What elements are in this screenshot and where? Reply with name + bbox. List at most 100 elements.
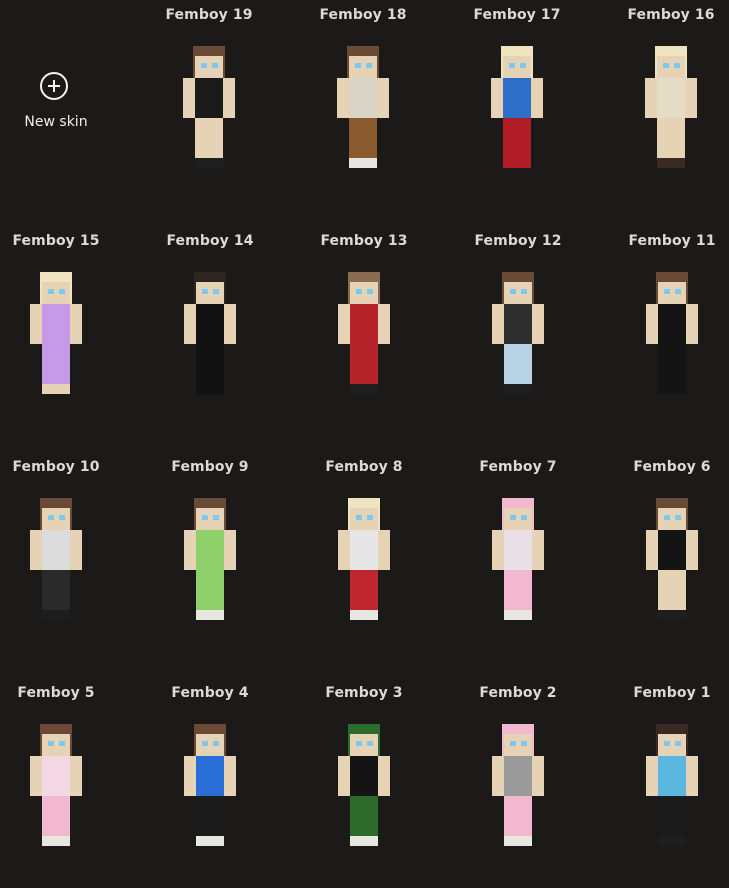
skin-hair-top <box>502 724 534 734</box>
new-skin-button[interactable]: New skin <box>0 0 112 210</box>
skin-card[interactable]: Femboy 13 <box>287 226 441 436</box>
skin-eye-l <box>355 63 361 68</box>
skin-arm-l <box>184 530 196 570</box>
skin-hair-top <box>656 498 688 508</box>
skin-card[interactable]: Femboy 4 <box>133 678 287 888</box>
skin-name: Femboy 14 <box>166 233 254 249</box>
skin-eye-r <box>213 741 219 746</box>
skin-preview <box>181 46 237 172</box>
skin-name: Femboy 10 <box>12 459 100 475</box>
skin-preview <box>336 498 392 624</box>
skin-hair-top <box>40 272 72 282</box>
skin-eye-l <box>510 515 516 520</box>
skin-hair-top <box>656 724 688 734</box>
skin-card[interactable]: Femboy 9 <box>133 452 287 662</box>
skin-eye-r <box>59 515 65 520</box>
skin-torso <box>350 304 378 344</box>
skin-hair-top <box>655 46 687 56</box>
skin-name: Femboy 3 <box>325 685 403 701</box>
skin-arm-l <box>184 304 196 344</box>
skin-eye-r <box>59 289 65 294</box>
skin-torso <box>504 756 532 796</box>
skin-eye-l <box>48 289 54 294</box>
skin-eye-r <box>213 515 219 520</box>
skin-shoe-l <box>658 836 672 846</box>
skin-card[interactable]: Femboy 16 <box>594 0 729 210</box>
skin-card[interactable]: Femboy 15 <box>0 226 133 436</box>
skin-torso <box>504 530 532 570</box>
skin-torso <box>42 530 70 570</box>
plus-circle-icon <box>40 72 68 100</box>
skin-arm-r <box>70 530 82 570</box>
skin-shoe-l <box>658 384 672 394</box>
skin-shoe-r <box>672 836 686 846</box>
skin-arm-r <box>377 78 389 118</box>
skin-card[interactable]: Femboy 19 <box>132 0 286 210</box>
skin-shoe-r <box>518 384 532 394</box>
skin-shoe-l <box>504 384 518 394</box>
skin-card[interactable]: Femboy 2 <box>441 678 595 888</box>
skin-card[interactable]: Femboy 17 <box>440 0 594 210</box>
skin-shoe-r <box>518 836 532 846</box>
skin-torso <box>196 756 224 796</box>
skin-torso <box>350 530 378 570</box>
skin-eye-r <box>521 741 527 746</box>
skin-card[interactable]: Femboy 12 <box>441 226 595 436</box>
skin-name: Femboy 19 <box>165 7 253 23</box>
skin-card[interactable]: Femboy 6 <box>595 452 729 662</box>
skin-card[interactable]: Femboy 11 <box>595 226 729 436</box>
skin-eye-l <box>509 63 515 68</box>
skin-eye-r <box>213 289 219 294</box>
skin-preview <box>489 46 545 172</box>
skin-name: Femboy 11 <box>628 233 716 249</box>
skin-hair-top <box>193 46 225 56</box>
skin-shoe-r <box>56 610 70 620</box>
skin-torso <box>657 78 685 118</box>
skin-card[interactable]: Femboy 3 <box>287 678 441 888</box>
skin-preview <box>182 498 238 624</box>
skin-hair-top <box>194 724 226 734</box>
skin-preview <box>644 724 700 850</box>
skin-arm-r <box>685 78 697 118</box>
skin-card[interactable]: Femboy 5 <box>0 678 133 888</box>
skin-card[interactable]: Femboy 7 <box>441 452 595 662</box>
skin-card[interactable]: Femboy 1 <box>595 678 729 888</box>
skin-arm-l <box>183 78 195 118</box>
skin-shoe-r <box>56 836 70 846</box>
skin-arm-r <box>532 756 544 796</box>
skin-name: Femboy 12 <box>474 233 562 249</box>
skin-eye-l <box>664 515 670 520</box>
skin-arm-r <box>532 530 544 570</box>
skin-shoe-l <box>657 158 671 168</box>
skin-arm-l <box>337 78 349 118</box>
skin-shoe-r <box>210 384 224 394</box>
skin-shoe-r <box>56 384 70 394</box>
skin-torso <box>196 530 224 570</box>
skin-card[interactable]: Femboy 8 <box>287 452 441 662</box>
skin-arm-r <box>70 756 82 796</box>
skin-shoe-r <box>672 384 686 394</box>
skin-card[interactable]: Femboy 18 <box>286 0 440 210</box>
skin-eye-r <box>520 63 526 68</box>
skin-eye-l <box>202 741 208 746</box>
skin-hair-top <box>348 272 380 282</box>
skin-eye-l <box>48 515 54 520</box>
skin-card[interactable]: Femboy 14 <box>133 226 287 436</box>
skin-shoe-r <box>364 384 378 394</box>
skin-arm-l <box>338 756 350 796</box>
skin-hair-top <box>194 272 226 282</box>
skin-arm-r <box>378 304 390 344</box>
skin-arm-r <box>686 304 698 344</box>
skin-shoe-l <box>504 836 518 846</box>
skin-eye-l <box>663 63 669 68</box>
skin-name: Femboy 8 <box>325 459 403 475</box>
skin-name: Femboy 5 <box>17 685 95 701</box>
skin-card[interactable]: Femboy 10 <box>0 452 133 662</box>
skin-eye-r <box>675 741 681 746</box>
skin-shoe-l <box>658 610 672 620</box>
skin-shoe-r <box>672 610 686 620</box>
skin-eye-l <box>356 515 362 520</box>
skin-shoe-r <box>209 158 223 168</box>
skin-name: Femboy 18 <box>319 7 407 23</box>
skin-arm-r <box>70 304 82 344</box>
